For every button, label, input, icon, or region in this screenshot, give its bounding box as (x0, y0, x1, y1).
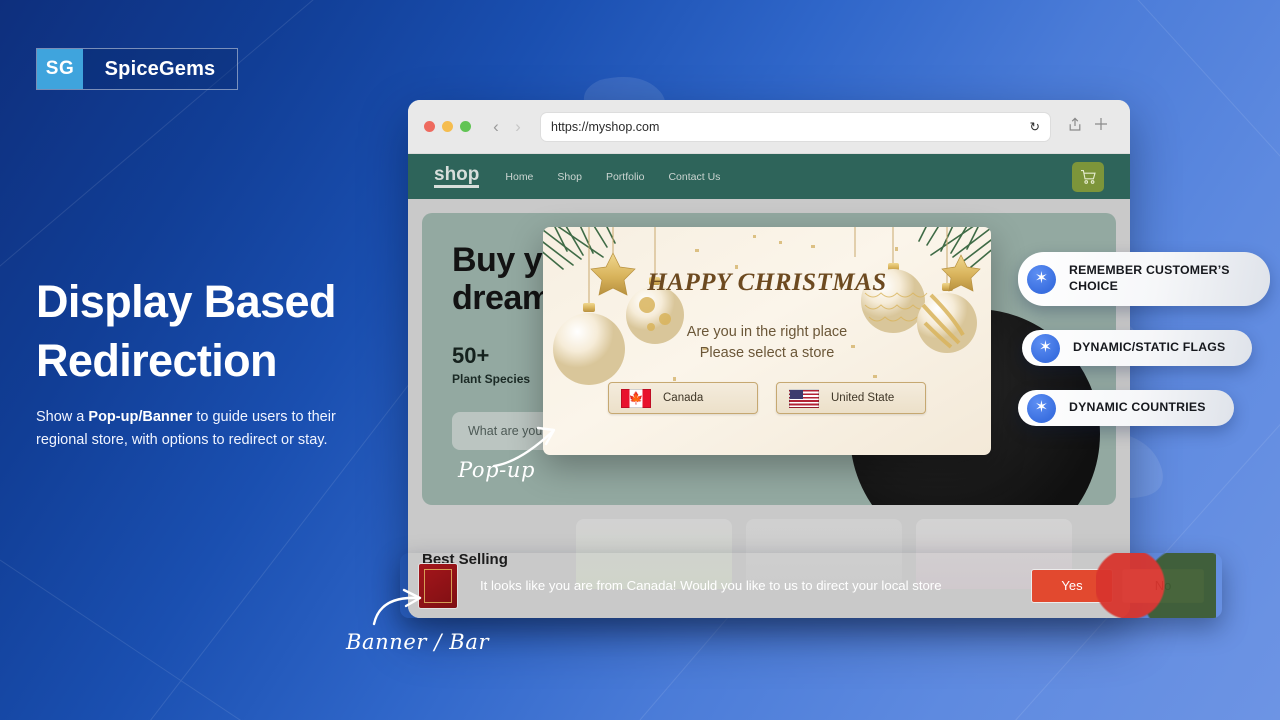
popup-annotation-label: Pop-up (458, 458, 536, 482)
popup-question: Are you in the right place Please select… (543, 322, 991, 364)
banner-annotation-label: Banner / Bar (346, 630, 490, 654)
feature-pill-dynamic-static-flags[interactable]: ✶ DYNAMIC/STATIC FLAGS (1022, 330, 1252, 366)
feature-pill-label: DYNAMIC COUNTRIES (1069, 400, 1206, 414)
minimize-window-button[interactable] (442, 121, 453, 132)
subtitle-emphasis: Pop-up/Banner (88, 409, 193, 425)
headline-line-1: Display Based (36, 276, 336, 327)
store-option-canada[interactable]: Canada (608, 382, 758, 414)
nav-item-shop[interactable]: Shop (557, 171, 582, 183)
reload-icon[interactable]: ↻ (1030, 119, 1040, 134)
store-option-united-state-label: United State (831, 392, 895, 404)
site-logo[interactable]: shop (434, 165, 480, 188)
forward-icon[interactable]: › (507, 117, 529, 137)
store-option-canada-label: Canada (663, 392, 704, 404)
shopping-cart-icon[interactable] (1072, 161, 1104, 192)
site-navigation: shop Home Shop Portfolio Contact Us (408, 154, 1130, 199)
banner-annotation-arrow (372, 588, 422, 626)
popup-question-line-1: Are you in the right place (686, 324, 848, 340)
back-icon[interactable]: ‹ (485, 117, 507, 137)
sparkle-icon: ✶ (1027, 264, 1056, 294)
nav-item-contact-us[interactable]: Contact Us (668, 171, 720, 183)
banner-decoration (1096, 553, 1216, 618)
brand-badge: SG (37, 49, 83, 89)
feature-pill-label: REMEMBER CUSTOMER’S CHOICE (1069, 263, 1230, 293)
feature-pill-label: DYNAMIC/STATIC FLAGS (1073, 340, 1226, 354)
geolocation-popup[interactable]: HAPPY CHRISTMAS Are you in the right pla… (543, 227, 991, 455)
address-bar[interactable]: https://myshop.com ↻ (541, 112, 1050, 141)
window-controls[interactable] (424, 121, 471, 132)
banner-message: It looks like you are from Canada! Would… (480, 578, 942, 593)
headline-line-2: Redirection (36, 335, 278, 387)
geolocation-banner[interactable]: It looks like you are from Canada! Would… (400, 553, 1222, 618)
store-option-united-state[interactable]: United State (776, 382, 926, 414)
brand-logo: SG SpiceGems (36, 48, 238, 90)
plus-icon[interactable] (1088, 117, 1114, 136)
feature-pill-remember-choice[interactable]: ✶ REMEMBER CUSTOMER’S CHOICE (1018, 252, 1270, 306)
nav-item-home[interactable]: Home (505, 171, 533, 183)
popup-title: HAPPY CHRISTMAS (647, 269, 887, 296)
url-text: https://myshop.com (551, 119, 660, 134)
sparkle-icon: ✶ (1031, 333, 1060, 363)
brand-name: SpiceGems (104, 57, 216, 80)
feature-pill-dynamic-countries[interactable]: ✶ DYNAMIC COUNTRIES (1018, 390, 1234, 426)
browser-toolbar: ‹ › https://myshop.com ↻ (408, 100, 1130, 154)
page-title: Display Based Redirection (36, 272, 436, 391)
popup-store-choices: Canada United State (543, 382, 991, 414)
close-window-button[interactable] (424, 121, 435, 132)
site-nav-links: Home Shop Portfolio Contact Us (505, 171, 720, 183)
sparkle-icon: ✶ (1027, 393, 1056, 423)
maximize-window-button[interactable] (460, 121, 471, 132)
subtitle-pre: Show a (36, 409, 89, 425)
share-icon[interactable] (1062, 117, 1088, 137)
popup-question-line-2: Please select a store (699, 345, 835, 362)
flag-canada-icon (621, 388, 651, 408)
nav-item-portfolio[interactable]: Portfolio (606, 171, 645, 183)
page-subtitle: Show a Pop-up/Banner to guide users to t… (36, 406, 388, 453)
flag-usa-icon (789, 388, 819, 408)
